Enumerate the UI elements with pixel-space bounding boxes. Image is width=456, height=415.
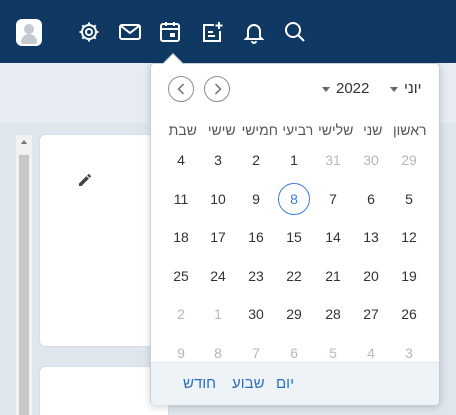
year-value: 2022	[336, 80, 370, 97]
calendar-day[interactable]: 5	[393, 183, 425, 215]
chevron-left-icon	[177, 83, 185, 95]
calendar-day[interactable]: 21	[317, 260, 349, 292]
weekday-header-row: ראשון שני שלישי רביעי חמישי שישי שבת	[151, 122, 441, 142]
calendar-popup: 2022 יוני ראשון שני שלישי רביעי חמישי שי…	[150, 53, 441, 405]
calendar-day[interactable]: 31	[317, 144, 349, 176]
scrollbar-thumb[interactable]	[19, 155, 29, 415]
chevron-right-icon	[214, 83, 222, 95]
calendar-day[interactable]: 7	[317, 183, 349, 215]
calendar-day[interactable]: 26	[393, 298, 425, 330]
calendar-day[interactable]: 13	[355, 221, 387, 253]
year-select[interactable]: 2022	[316, 80, 369, 102]
calendar-day[interactable]: 11	[165, 183, 197, 215]
calendar-day[interactable]: 14	[317, 221, 349, 253]
calendar-day[interactable]: 30	[240, 298, 272, 330]
top-nav-bar	[0, 0, 456, 63]
add-task-icon[interactable]	[200, 20, 224, 44]
scroll-up-arrow-icon[interactable]	[16, 137, 32, 147]
weekday-label: חמישי	[241, 122, 278, 138]
calendar-day[interactable]: 16	[240, 221, 272, 253]
next-month-button[interactable]	[204, 76, 230, 102]
month-select[interactable]: יוני	[384, 80, 422, 102]
mail-icon[interactable]	[118, 20, 142, 44]
weekday-label: שבת	[168, 122, 197, 138]
weekday-label: רביעי	[282, 122, 314, 138]
calendar-day[interactable]: 28	[317, 298, 349, 330]
calendar-day[interactable]: 29	[393, 144, 425, 176]
calendar-day[interactable]: 24	[202, 260, 234, 292]
search-icon[interactable]	[283, 20, 307, 44]
bell-icon[interactable]	[242, 20, 266, 44]
calendar-day[interactable]: 12	[393, 221, 425, 253]
calendar-day[interactable]: 9	[240, 183, 272, 215]
weekday-label: שני	[363, 122, 383, 138]
weekday-label: שלישי	[318, 122, 354, 138]
chevron-down-icon	[322, 86, 330, 92]
calendar-day[interactable]: 25	[165, 260, 197, 292]
calendar-day[interactable]: 20	[355, 260, 387, 292]
calendar-day[interactable]: 19	[393, 260, 425, 292]
calendar-day[interactable]: 23	[240, 260, 272, 292]
calendar-day[interactable]: 27	[355, 298, 387, 330]
calendar-day[interactable]: 18	[165, 221, 197, 253]
calendar-day-today[interactable]: 8	[278, 182, 310, 215]
weekday-label: ראשון	[393, 122, 427, 138]
calendar-day[interactable]: 3	[202, 144, 234, 176]
calendar-day[interactable]: 10	[202, 183, 234, 215]
calendar-day[interactable]: 17	[202, 221, 234, 253]
calendar-icon[interactable]	[158, 20, 182, 44]
calendar-day[interactable]: 29	[278, 298, 310, 330]
calendar-day[interactable]: 15	[278, 221, 310, 253]
week-view-button[interactable]: שבוע	[232, 375, 265, 392]
calendar-day[interactable]: 4	[165, 144, 197, 176]
avatar-icon[interactable]	[16, 19, 42, 46]
view-switcher: יום שבוע חודש	[151, 362, 439, 405]
weekday-label: שישי	[207, 122, 236, 138]
previous-month-button[interactable]	[168, 76, 194, 102]
calendar-day[interactable]: 22	[278, 260, 310, 292]
calendar-day[interactable]: 2	[165, 298, 197, 330]
calendar-day[interactable]: 1	[202, 298, 234, 330]
calendar-day[interactable]: 2	[240, 144, 272, 176]
gear-icon[interactable]	[77, 20, 101, 44]
month-view-button[interactable]: חודש	[183, 375, 216, 392]
calendar-day[interactable]: 1	[278, 144, 310, 176]
calendar-day[interactable]: 30	[355, 144, 387, 176]
chevron-down-icon	[390, 86, 398, 92]
pencil-icon[interactable]	[77, 172, 93, 188]
day-view-button[interactable]: יום	[276, 375, 294, 392]
calendar-day[interactable]: 6	[355, 183, 387, 215]
month-value: יוני	[404, 80, 422, 97]
